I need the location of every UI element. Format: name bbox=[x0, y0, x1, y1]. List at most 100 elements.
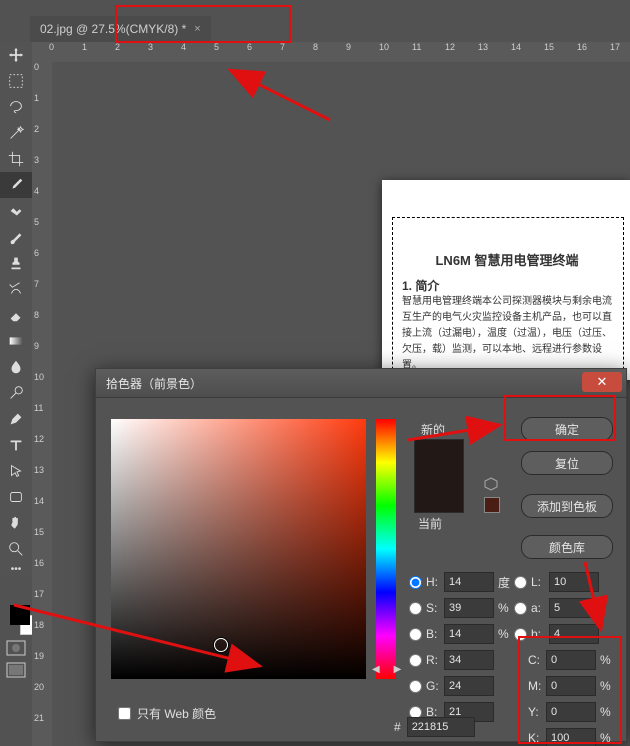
color-libraries-button[interactable]: 颜色库 bbox=[521, 535, 613, 559]
sat-unit: % bbox=[498, 601, 509, 615]
ok-button[interactable]: 确定 bbox=[521, 417, 613, 441]
gamut-warning-icon[interactable] bbox=[484, 477, 498, 491]
l-label: L: bbox=[531, 575, 549, 589]
k-pct: % bbox=[600, 731, 611, 745]
dialog-title-text: 拾色器（前景色） bbox=[106, 375, 202, 392]
hex-input[interactable] bbox=[407, 717, 475, 737]
hue-slider-thumb-icon: ◀ ▶ bbox=[372, 664, 401, 675]
b-label: b: bbox=[531, 627, 549, 641]
close-tab-icon[interactable]: × bbox=[194, 23, 200, 35]
c-label: C: bbox=[528, 653, 546, 667]
cmyk-group: C:% M:% Y:% K:% bbox=[528, 647, 611, 746]
document-tabs-bar: 02.jpg @ 27.5%(CMYK/8) * × bbox=[30, 16, 211, 42]
sat-label: S: bbox=[426, 601, 444, 615]
bri-radio[interactable] bbox=[409, 628, 422, 641]
l-input[interactable] bbox=[549, 572, 599, 592]
ruler-horizontal: /*labels placed below via JS*/ 012345678… bbox=[32, 42, 630, 62]
hue-input[interactable] bbox=[444, 572, 494, 592]
screen-mode-icon[interactable] bbox=[6, 662, 26, 681]
eraser-tool-icon[interactable] bbox=[0, 302, 32, 328]
sat-input[interactable] bbox=[444, 598, 494, 618]
bri-label: B: bbox=[426, 627, 444, 641]
stamp-tool-icon[interactable] bbox=[0, 250, 32, 276]
red-radio[interactable] bbox=[409, 654, 422, 667]
dodge-tool-icon[interactable] bbox=[0, 380, 32, 406]
a-input[interactable] bbox=[549, 598, 599, 618]
b-radio[interactable] bbox=[514, 628, 527, 641]
doc-paragraph-1: 智慧用电管理终端本公司探测器模块与剩余电流互生产的电气火灾监控设备主机产品，也可… bbox=[402, 294, 612, 374]
c-input[interactable] bbox=[546, 650, 596, 670]
color-field[interactable] bbox=[111, 419, 366, 679]
m-pct: % bbox=[600, 679, 611, 693]
hand-tool-icon[interactable] bbox=[0, 510, 32, 536]
close-dialog-button[interactable]: ✕ bbox=[582, 372, 622, 392]
web-only-row: 只有 Web 颜色 bbox=[114, 704, 216, 723]
b-input[interactable] bbox=[549, 624, 599, 644]
document-tab-label: 02.jpg @ 27.5%(CMYK/8) * bbox=[40, 22, 186, 36]
history-brush-tool-icon[interactable] bbox=[0, 276, 32, 302]
color-preview bbox=[414, 439, 464, 513]
lab-group: L: a: b: bbox=[514, 569, 599, 647]
hex-label: # bbox=[394, 720, 401, 734]
y-input[interactable] bbox=[546, 702, 596, 722]
y-label: Y: bbox=[528, 705, 546, 719]
shape-tool-icon[interactable] bbox=[0, 484, 32, 510]
eyedropper-tool-icon[interactable] bbox=[0, 172, 32, 198]
hue-label: H: bbox=[426, 575, 444, 589]
web-only-checkbox[interactable] bbox=[118, 707, 131, 720]
hue-strip-slider[interactable] bbox=[376, 419, 396, 679]
tools-panel: ••• bbox=[0, 42, 32, 576]
gradient-tool-icon[interactable] bbox=[0, 328, 32, 354]
l-radio[interactable] bbox=[514, 576, 527, 589]
bri-unit: % bbox=[498, 627, 509, 641]
ellipsis-icon[interactable]: ••• bbox=[0, 562, 32, 576]
red-input[interactable] bbox=[444, 650, 494, 670]
reset-button-label: 复位 bbox=[555, 455, 579, 472]
rgb-group: R: G: B: bbox=[409, 647, 494, 725]
color-field-cursor-icon bbox=[214, 638, 228, 652]
m-input[interactable] bbox=[546, 676, 596, 696]
hex-group: # bbox=[394, 717, 475, 737]
doc-title: LN6M 智慧用电管理终端 bbox=[402, 250, 612, 269]
quick-mask-icon[interactable] bbox=[6, 640, 26, 659]
web-only-label: 只有 Web 颜色 bbox=[137, 705, 216, 722]
doc-heading-1: 1. 简介 bbox=[402, 277, 612, 294]
path-select-tool-icon[interactable] bbox=[0, 458, 32, 484]
a-radio[interactable] bbox=[514, 602, 527, 615]
bri-input[interactable] bbox=[444, 624, 494, 644]
add-to-swatches-button[interactable]: 添加到色板 bbox=[521, 494, 613, 518]
crop-tool-icon[interactable] bbox=[0, 146, 32, 172]
text-tool-icon[interactable] bbox=[0, 432, 32, 458]
document-tab[interactable]: 02.jpg @ 27.5%(CMYK/8) * × bbox=[30, 16, 211, 42]
pen-tool-icon[interactable] bbox=[0, 406, 32, 432]
current-color-label: 当前 bbox=[418, 515, 442, 532]
zoom-tool-icon[interactable] bbox=[0, 536, 32, 562]
current-color-swatch bbox=[415, 476, 463, 512]
a-label: a: bbox=[531, 601, 549, 615]
move-tool-icon[interactable] bbox=[0, 42, 32, 68]
green-input[interactable] bbox=[444, 676, 494, 696]
blur-tool-icon[interactable] bbox=[0, 354, 32, 380]
c-pct: % bbox=[600, 653, 611, 667]
sat-radio[interactable] bbox=[409, 602, 422, 615]
red-label: R: bbox=[426, 653, 444, 667]
add-button-label: 添加到色板 bbox=[537, 498, 597, 515]
y-pct: % bbox=[600, 705, 611, 719]
reset-button[interactable]: 复位 bbox=[521, 451, 613, 475]
green-label: G: bbox=[426, 679, 444, 693]
ruler-vertical: 0123456789101112131415161718192021 bbox=[32, 62, 52, 746]
closest-web-swatch[interactable] bbox=[484, 497, 500, 513]
hue-radio[interactable] bbox=[409, 576, 422, 589]
hue-unit: 度 bbox=[498, 574, 510, 591]
brush-tool-icon[interactable] bbox=[0, 224, 32, 250]
green-radio[interactable] bbox=[409, 680, 422, 693]
new-color-swatch bbox=[415, 440, 463, 476]
heal-tool-icon[interactable] bbox=[0, 198, 32, 224]
k-input[interactable] bbox=[546, 728, 596, 746]
color-picker-dialog: 拾色器（前景色） ✕ ◀ ▶ 新的 当前 确定 复位 添加到色板 颜色库 H:度… bbox=[95, 368, 627, 742]
lib-button-label: 颜色库 bbox=[549, 539, 585, 556]
marquee-tool-icon[interactable] bbox=[0, 68, 32, 94]
wand-tool-icon[interactable] bbox=[0, 120, 32, 146]
lasso-tool-icon[interactable] bbox=[0, 94, 32, 120]
foreground-swatch[interactable] bbox=[10, 605, 30, 625]
